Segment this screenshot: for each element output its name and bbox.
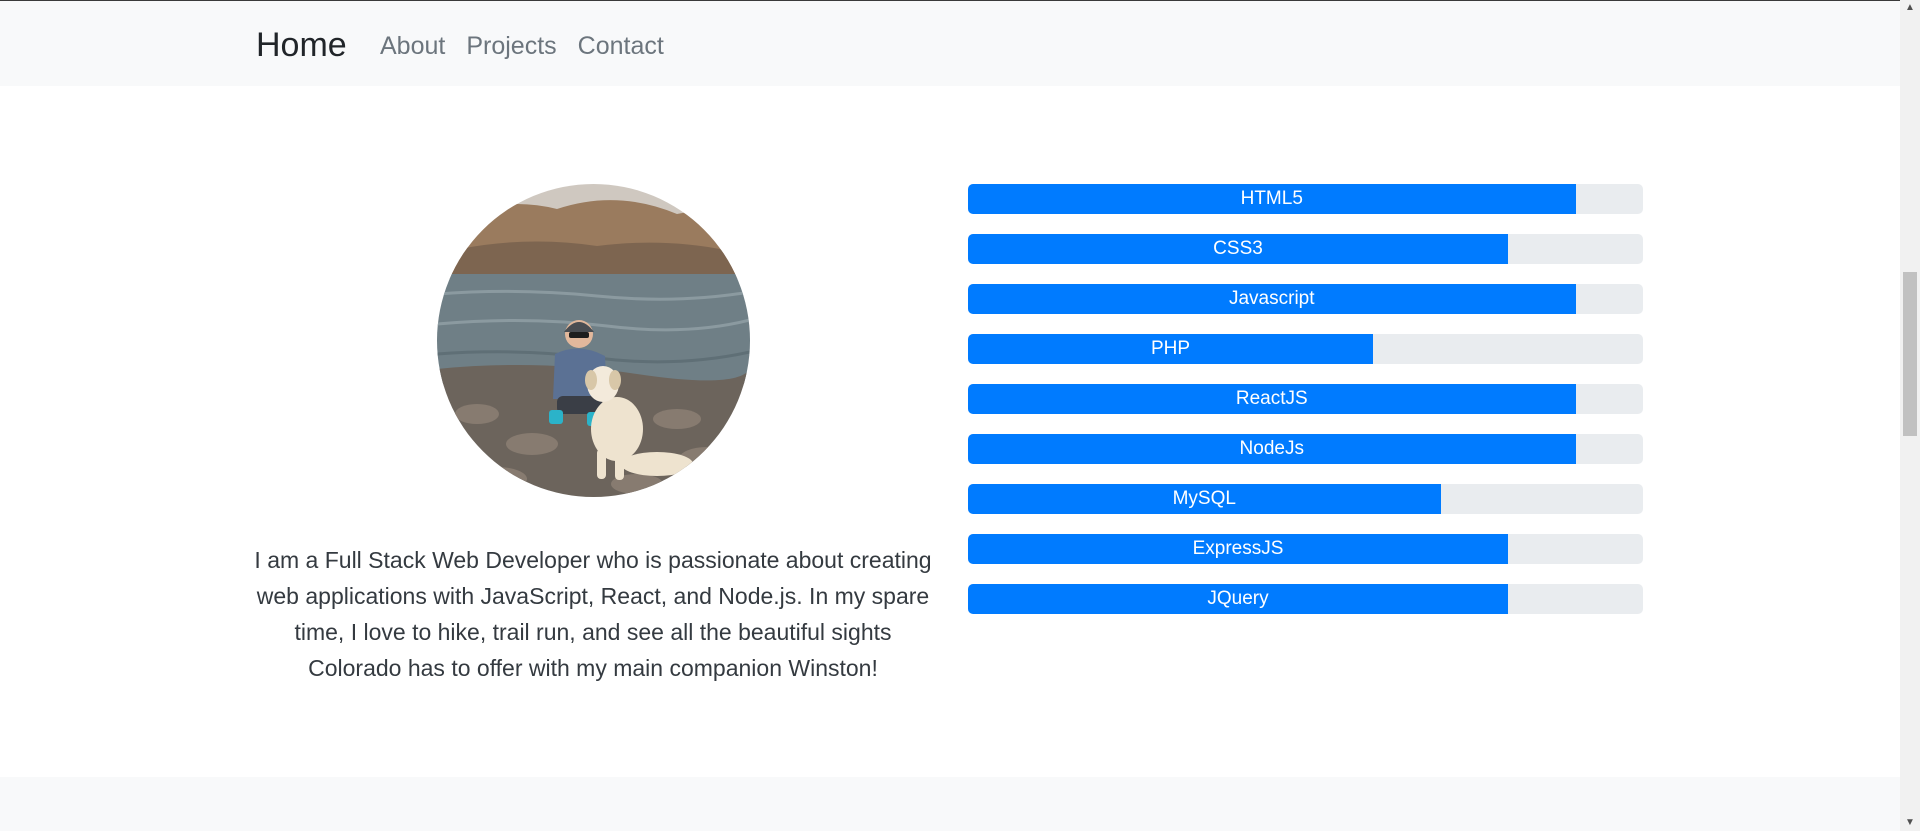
skill-progress-bar: CSS3 — [968, 234, 1508, 264]
skill-progress-expressjs: ExpressJS — [968, 534, 1643, 564]
skill-progress-javascript: Javascript — [968, 284, 1643, 314]
skills-list: HTML5 CSS3 Javascript PHP ReactJS NodeJs MySQL… — [968, 184, 1643, 634]
skill-progress-bar: ReactJS — [968, 384, 1576, 414]
skill-progress-jquery: JQuery — [968, 584, 1643, 614]
vertical-scrollbar[interactable]: ▲ ▼ — [1900, 0, 1920, 831]
skill-progress-bar: JQuery — [968, 584, 1508, 614]
profile-photo — [437, 184, 750, 497]
navbar: Home About Projects Contact — [0, 1, 1900, 86]
skill-progress-bar: ExpressJS — [968, 534, 1508, 564]
skill-progress-html5: HTML5 — [968, 184, 1643, 214]
scroll-down-arrow-icon[interactable]: ▼ — [1900, 815, 1920, 831]
profile-photo-illustration — [437, 184, 750, 497]
bio-text: I am a Full Stack Web Developer who is p… — [254, 547, 932, 681]
skill-progress-bar: MySQL — [968, 484, 1441, 514]
skill-progress-bar: PHP — [968, 334, 1373, 364]
nav-links: About Projects Contact — [380, 30, 664, 62]
nav-link-projects[interactable]: Projects — [466, 30, 556, 62]
nav-link-contact[interactable]: Contact — [578, 30, 664, 62]
scrollbar-thumb[interactable] — [1903, 272, 1917, 436]
scroll-up-arrow-icon[interactable]: ▲ — [1900, 0, 1920, 16]
skill-progress-bar: NodeJs — [968, 434, 1576, 464]
skill-progress-nodejs: NodeJs — [968, 434, 1643, 464]
nav-link-about[interactable]: About — [380, 30, 445, 62]
skill-progress-reactjs: ReactJS — [968, 384, 1643, 414]
skill-progress-bar: HTML5 — [968, 184, 1576, 214]
next-section-band — [0, 777, 1900, 831]
brand-home-link[interactable]: Home — [256, 25, 347, 65]
skill-progress-bar: Javascript — [968, 284, 1576, 314]
skill-progress-css3: CSS3 — [968, 234, 1643, 264]
skill-progress-mysql: MySQL — [968, 484, 1643, 514]
skill-progress-php: PHP — [968, 334, 1643, 364]
